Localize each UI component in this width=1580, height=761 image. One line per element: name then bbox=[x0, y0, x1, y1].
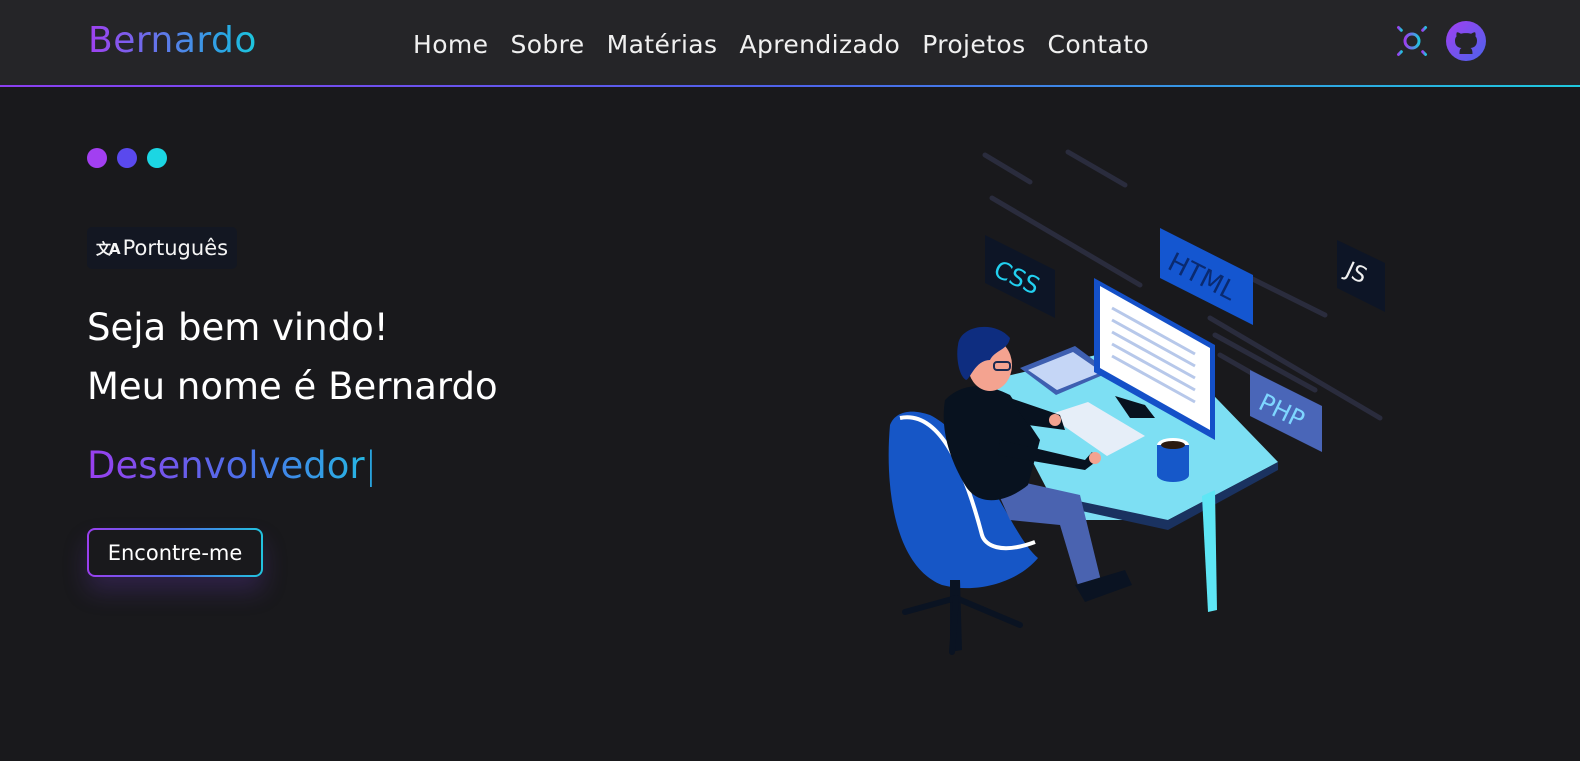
dot-cyan bbox=[147, 148, 167, 168]
sun-icon bbox=[1391, 20, 1433, 62]
language-button[interactable]: 文A Português bbox=[87, 227, 238, 269]
css-tag: CSS bbox=[985, 235, 1055, 318]
html-tag: HTML bbox=[1160, 228, 1253, 325]
role-text: Desenvolvedor bbox=[87, 444, 365, 487]
js-tag: JS bbox=[1337, 240, 1385, 312]
nav-contato[interactable]: Contato bbox=[1048, 28, 1150, 62]
nav-projetos[interactable]: Projetos bbox=[922, 28, 1025, 62]
role-typing: Desenvolvedor| bbox=[87, 441, 377, 491]
typing-cursor: | bbox=[364, 444, 378, 487]
header-divider bbox=[0, 85, 1580, 87]
header: Bernardo Home Sobre Matérias Aprendizado… bbox=[0, 0, 1580, 87]
nav-aprendizado[interactable]: Aprendizado bbox=[739, 28, 900, 62]
find-me-label: Encontre-me bbox=[89, 530, 261, 575]
greeting-line-2: Meu nome é Bernardo bbox=[87, 365, 498, 408]
github-icon bbox=[1446, 21, 1486, 61]
github-button[interactable] bbox=[1445, 20, 1487, 62]
brand-logo[interactable]: Bernardo bbox=[88, 18, 257, 64]
theme-toggle-button[interactable] bbox=[1391, 20, 1433, 62]
main-nav: Home Sobre Matérias Aprendizado Projetos… bbox=[413, 28, 1149, 62]
dot-indigo bbox=[117, 148, 137, 168]
translate-icon: 文A bbox=[96, 239, 121, 258]
find-me-button[interactable]: Encontre-me bbox=[87, 528, 263, 577]
nav-materias[interactable]: Matérias bbox=[607, 28, 718, 62]
window-dots bbox=[87, 148, 167, 168]
greeting-line-1: Seja bem vindo! bbox=[87, 306, 389, 349]
dot-purple bbox=[87, 148, 107, 168]
nav-home[interactable]: Home bbox=[413, 28, 488, 62]
php-tag: PHP bbox=[1250, 370, 1322, 452]
language-label: Português bbox=[122, 236, 229, 260]
greeting: Seja bem vindo! Meu nome é Bernardo bbox=[87, 298, 498, 416]
developer-illustration: CSS HTML JS PHP bbox=[888, 149, 1385, 655]
nav-sobre[interactable]: Sobre bbox=[510, 28, 584, 62]
